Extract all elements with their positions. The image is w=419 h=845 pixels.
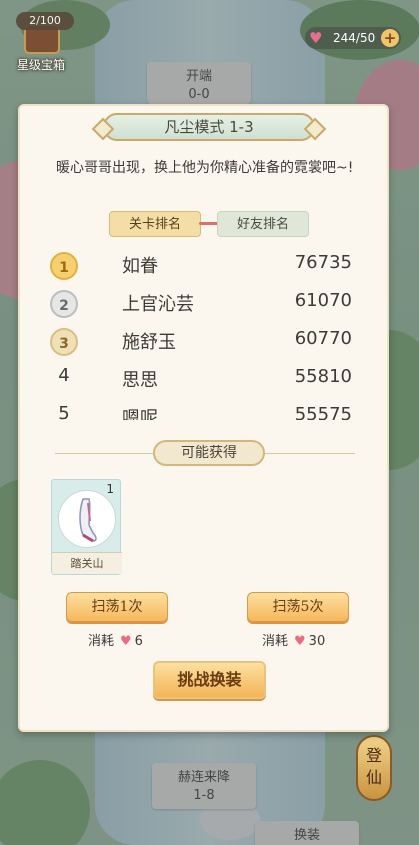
silver-medal-icon: 2 [50,290,78,318]
gold-medal-icon: 1 [50,252,78,280]
ascend-label: 登仙 [366,746,383,787]
ranking-row: 4 思思 55810 [40,362,370,400]
player-name: 思思 [122,370,158,391]
ranking-row: 3 施舒玉 60770 [40,324,370,362]
challenge-button[interactable]: 挑战换装 [153,661,266,699]
tab-connector [199,222,219,225]
player-name: 施舒玉 [122,332,176,353]
stage-description: 暖心哥哥出现，换上他为你精心准备的霓裳吧~! [56,160,354,176]
ranking-row: 5 嗯呢 55575 [40,400,370,420]
stamina-bar: ♥ 244/50 + [305,27,401,49]
cost-label: 消耗 [262,634,289,649]
bronze-medal-icon: 3 [50,328,78,356]
cost-value: 30 [308,634,326,649]
ranking-row: 1 如眷 76735 [40,248,370,286]
heart-icon: ♥ [294,634,306,649]
sweep-five-cost: 消耗 ♥ 30 [262,630,325,649]
rank-tabs: 关卡排名 好友排名 [109,211,309,237]
star-chest[interactable]: 2/100 星级宝箱 [2,8,80,74]
player-name: 上官沁芸 [122,294,194,315]
sweep-five-button[interactable]: 扫荡5次 [247,592,349,622]
sweep-once-cost: 消耗 ♥ 6 [88,630,143,649]
sweep-once-button[interactable]: 扫荡1次 [66,592,168,622]
player-score: 55810 [294,366,352,387]
tab-friend-rank[interactable]: 好友排名 [217,211,309,237]
chest-count: 2/100 [16,12,74,30]
ranking-list[interactable]: 1 如眷 76735 2 上官沁芸 61070 3 施舒玉 60770 4 思思… [40,248,370,420]
rank-number: 4 [58,365,70,386]
rank-number: 5 [58,403,70,420]
player-name: 嗯呢 [122,408,158,420]
ranking-row: 2 上官沁芸 61070 [40,286,370,324]
cost-label: 消耗 [88,634,115,649]
cost-value: 6 [134,634,143,649]
item-name: 踏关山 [52,552,122,574]
stage-title: 凡尘模式 1-3 [103,113,315,141]
player-score: 55575 [294,404,352,420]
shoe-icon [58,490,116,548]
tab-stage-rank[interactable]: 关卡排名 [109,211,201,237]
chest-label: 星级宝箱 [16,58,65,72]
player-score: 76735 [294,252,352,273]
player-name: 如眷 [122,256,158,277]
heart-icon: ♥ [120,634,132,649]
player-score: 60770 [294,328,352,349]
rewards-title: 可能获得 [153,440,265,466]
stage-title-text: 凡尘模式 1-3 [164,118,254,136]
player-score: 61070 [294,290,352,311]
heart-icon: ♥ [309,29,323,47]
plus-icon[interactable]: + [381,29,399,47]
reward-item[interactable]: 1 踏关山 [51,479,122,575]
stamina-value: 244/50 [333,31,376,45]
ascend-button[interactable]: 登仙 [356,735,392,801]
